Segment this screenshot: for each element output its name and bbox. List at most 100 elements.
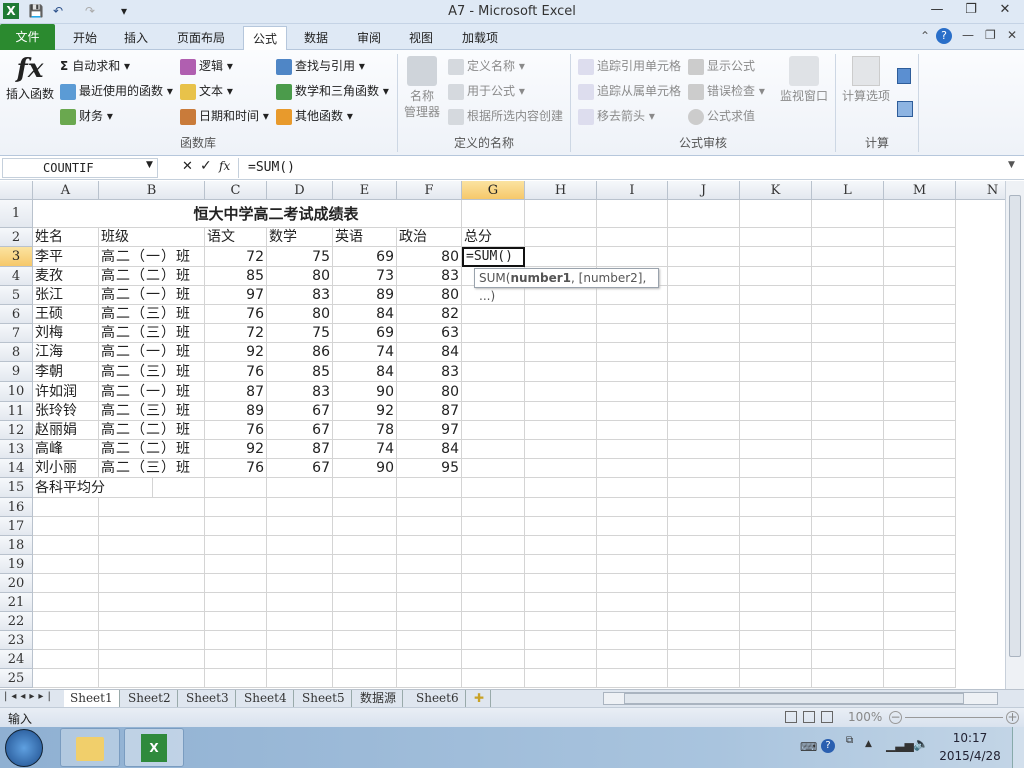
row-header-2[interactable]: 2 bbox=[0, 228, 33, 247]
table-cell[interactable]: 75 bbox=[267, 324, 333, 343]
table-cell[interactable]: 67 bbox=[267, 402, 333, 421]
cell-b16[interactable] bbox=[99, 498, 205, 517]
cell-a23[interactable] bbox=[33, 631, 99, 650]
cell-g13[interactable] bbox=[462, 440, 525, 459]
cell-l24[interactable] bbox=[812, 650, 884, 669]
cell-f17[interactable] bbox=[397, 517, 462, 536]
row-header-4[interactable]: 4 bbox=[0, 267, 33, 286]
cell-i23[interactable] bbox=[597, 631, 668, 650]
cell-k7[interactable] bbox=[740, 324, 812, 343]
table-cell[interactable]: 89 bbox=[205, 402, 267, 421]
restore-button[interactable]: ❐ bbox=[957, 2, 985, 20]
column-title[interactable]: 班级 bbox=[99, 228, 205, 247]
datetime-button[interactable]: 日期和时间 ▾ bbox=[180, 106, 269, 126]
table-cell[interactable]: 高二（三）班 bbox=[99, 324, 205, 343]
table-cell[interactable]: 高二（三）班 bbox=[99, 402, 205, 421]
column-header-c[interactable]: C bbox=[205, 181, 267, 200]
cell-l18[interactable] bbox=[812, 536, 884, 555]
cell-e22[interactable] bbox=[333, 612, 397, 631]
table-cell[interactable]: 92 bbox=[205, 343, 267, 362]
table-cell[interactable]: 78 bbox=[333, 421, 397, 440]
sheet-tab-2[interactable]: Sheet2 bbox=[122, 690, 178, 707]
cell-i18[interactable] bbox=[597, 536, 668, 555]
cell-l9[interactable] bbox=[812, 362, 884, 382]
column-header-n[interactable]: N bbox=[956, 181, 1005, 200]
financial-button[interactable]: 财务 ▾ bbox=[60, 106, 113, 126]
column-header-e[interactable]: E bbox=[333, 181, 397, 200]
table-cell[interactable]: 87 bbox=[205, 382, 267, 402]
table-cell[interactable]: 75 bbox=[267, 247, 333, 267]
cell-k11[interactable] bbox=[740, 402, 812, 421]
insert-function-icon[interactable]: fx bbox=[219, 159, 230, 173]
cell-g8[interactable] bbox=[462, 343, 525, 362]
cell-e18[interactable] bbox=[333, 536, 397, 555]
cell-f25[interactable] bbox=[397, 669, 462, 688]
cell-k23[interactable] bbox=[740, 631, 812, 650]
watch-window-button[interactable]: 监视窗口 bbox=[776, 56, 832, 106]
table-cell[interactable]: 92 bbox=[333, 402, 397, 421]
calculate-now-icon[interactable] bbox=[897, 68, 911, 84]
start-button[interactable] bbox=[5, 729, 43, 767]
table-cell[interactable]: 63 bbox=[397, 324, 462, 343]
cell-g16[interactable] bbox=[462, 498, 525, 517]
cell-l13[interactable] bbox=[812, 440, 884, 459]
cell-j18[interactable] bbox=[668, 536, 740, 555]
vertical-scrollbar[interactable] bbox=[1005, 181, 1024, 689]
column-title[interactable]: 政治 bbox=[397, 228, 462, 247]
cell-f24[interactable] bbox=[397, 650, 462, 669]
cell-l5[interactable] bbox=[812, 286, 884, 305]
cell-c21[interactable] bbox=[205, 593, 267, 612]
cell-j10[interactable] bbox=[668, 382, 740, 402]
table-cell[interactable]: 高二（二）班 bbox=[99, 267, 205, 286]
cell-k10[interactable] bbox=[740, 382, 812, 402]
cell-j13[interactable] bbox=[668, 440, 740, 459]
sheet-tab-6[interactable]: 数据源 bbox=[354, 690, 404, 707]
cell-j15[interactable] bbox=[668, 478, 740, 498]
cell-k6[interactable] bbox=[740, 305, 812, 324]
cell-k19[interactable] bbox=[740, 555, 812, 574]
cell-h8[interactable] bbox=[525, 343, 597, 362]
cell-l20[interactable] bbox=[812, 574, 884, 593]
cell-l11[interactable] bbox=[812, 402, 884, 421]
cell-d24[interactable] bbox=[267, 650, 333, 669]
cell-j1[interactable] bbox=[668, 200, 740, 228]
cell-k21[interactable] bbox=[740, 593, 812, 612]
row-header-19[interactable]: 19 bbox=[0, 555, 33, 574]
cell-e23[interactable] bbox=[333, 631, 397, 650]
cell-i19[interactable] bbox=[597, 555, 668, 574]
cell-f19[interactable] bbox=[397, 555, 462, 574]
cell-j9[interactable] bbox=[668, 362, 740, 382]
sheet-tab-5[interactable]: Sheet5 bbox=[296, 690, 352, 707]
column-header-d[interactable]: D bbox=[267, 181, 333, 200]
column-header-f[interactable]: F bbox=[397, 181, 462, 200]
row-header-7[interactable]: 7 bbox=[0, 324, 33, 343]
cell-m8[interactable] bbox=[884, 343, 956, 362]
cell-j3[interactable] bbox=[668, 247, 740, 267]
cell-m6[interactable] bbox=[884, 305, 956, 324]
table-cell[interactable]: 76 bbox=[205, 362, 267, 382]
cell-h16[interactable] bbox=[525, 498, 597, 517]
cell-h7[interactable] bbox=[525, 324, 597, 343]
cell-l17[interactable] bbox=[812, 517, 884, 536]
column-header-g[interactable]: G bbox=[462, 181, 525, 200]
cell-c23[interactable] bbox=[205, 631, 267, 650]
table-cell[interactable]: 高二（二）班 bbox=[99, 421, 205, 440]
tab-addins[interactable]: 加载项 bbox=[452, 26, 508, 50]
cell-d20[interactable] bbox=[267, 574, 333, 593]
calculate-sheet-icon[interactable] bbox=[897, 101, 913, 117]
table-cell[interactable]: 67 bbox=[267, 421, 333, 440]
column-title[interactable]: 数学 bbox=[267, 228, 333, 247]
cell-k22[interactable] bbox=[740, 612, 812, 631]
cell-d18[interactable] bbox=[267, 536, 333, 555]
sheet-nav-arrows-icon[interactable]: |◂◂▸▸| bbox=[4, 691, 55, 702]
cell-l10[interactable] bbox=[812, 382, 884, 402]
table-cell[interactable]: 69 bbox=[333, 247, 397, 267]
cell-k13[interactable] bbox=[740, 440, 812, 459]
keyboard-icon[interactable]: ⌨ bbox=[800, 740, 817, 754]
table-cell[interactable]: 85 bbox=[267, 362, 333, 382]
cell-c25[interactable] bbox=[205, 669, 267, 688]
table-cell[interactable]: 87 bbox=[397, 402, 462, 421]
cell-b24[interactable] bbox=[99, 650, 205, 669]
help-icon[interactable]: ? bbox=[936, 28, 952, 44]
vertical-scroll-thumb[interactable] bbox=[1009, 195, 1021, 657]
